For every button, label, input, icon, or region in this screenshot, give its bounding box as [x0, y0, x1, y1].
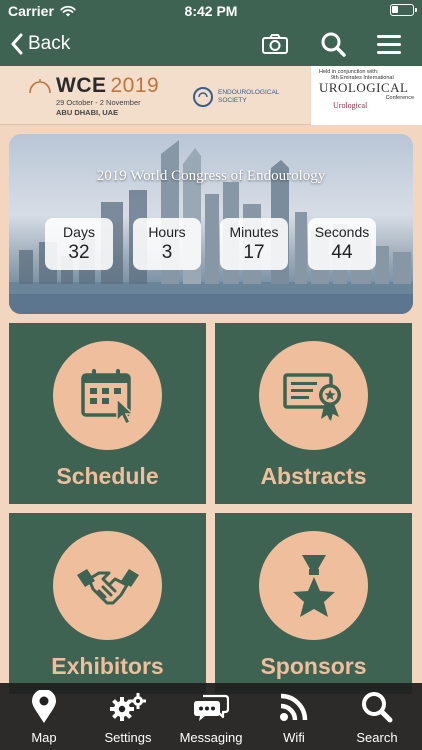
map-pin-icon	[32, 690, 56, 723]
dome-icon	[29, 79, 51, 94]
wce-word: WCE	[56, 74, 107, 97]
countdown-minutes-value: 17	[243, 242, 265, 263]
wifi-icon	[280, 693, 308, 721]
tab-settings-label: Settings	[104, 730, 152, 745]
society-emblem-icon	[193, 87, 213, 107]
countdown-hours-value: 3	[161, 242, 173, 263]
bottom-tab-bar: Map Settings Messaging Wifi Search	[0, 683, 422, 750]
handshake-icon	[76, 568, 139, 604]
tile-exhibitors-label: Exhibitors	[51, 653, 164, 679]
hero-title: 2019 World Congress of Endourology	[96, 168, 326, 184]
tab-map-label: Map	[31, 730, 57, 745]
chevron-left-icon	[11, 33, 23, 55]
tile-abstracts-label: Abstracts	[260, 463, 367, 489]
camera-button[interactable]	[260, 30, 290, 58]
tile-schedule[interactable]: Schedule	[9, 323, 206, 504]
conference-banner: WCE 2019 29 October - 2 November ABU DHA…	[0, 66, 422, 125]
countdown-hours-label: Hours	[148, 224, 186, 240]
search-icon	[321, 32, 346, 57]
certificate-icon	[282, 372, 341, 421]
tab-messaging[interactable]: Messaging	[169, 683, 253, 750]
tile-abstracts[interactable]: Abstracts	[215, 323, 412, 504]
urological-conference-logo: Held in conjunction with: 9th Emirates I…	[311, 66, 422, 125]
tab-messaging-label: Messaging	[179, 730, 243, 745]
hero-countdown-card: 2019 World Congress of Endourology Days …	[9, 134, 413, 314]
tile-exhibitors[interactable]: Exhibitors	[9, 513, 206, 694]
society-name-line1: ENDOUROLOGICAL	[218, 89, 280, 96]
uro-word: UROLOGICAL	[319, 80, 409, 95]
back-label: Back	[28, 33, 71, 54]
tab-map[interactable]: Map	[2, 683, 86, 750]
tile-sponsors-circle	[259, 531, 368, 640]
tile-schedule-circle	[53, 341, 162, 450]
conference-dates: 29 October - 2 November	[56, 98, 141, 107]
nav-bar: Back	[0, 22, 422, 66]
countdown-minutes-label: Minutes	[229, 224, 279, 240]
tile-schedule-label: Schedule	[56, 463, 159, 489]
countdown-days-value: 32	[68, 242, 90, 263]
uro-society: Urological	[333, 101, 368, 110]
back-button[interactable]: Back	[10, 30, 70, 58]
countdown-hours: Hours 3	[133, 218, 201, 270]
award-star-icon	[292, 554, 335, 617]
calendar-icon	[80, 368, 135, 425]
tile-sponsors[interactable]: Sponsors	[215, 513, 412, 694]
battery-icon	[390, 4, 417, 16]
tab-wifi[interactable]: Wifi	[252, 683, 336, 750]
tile-abstracts-circle	[259, 341, 368, 450]
conference-location: ABU DHABI, UAE	[56, 108, 119, 117]
search-button[interactable]	[318, 30, 348, 58]
countdown-seconds-label: Seconds	[314, 224, 370, 240]
countdown-seconds-value: 44	[331, 242, 353, 263]
menu-button[interactable]	[374, 30, 404, 58]
tile-exhibitors-circle	[53, 531, 162, 640]
gears-icon	[110, 693, 146, 721]
tab-search[interactable]: Search	[335, 683, 419, 750]
countdown-days-label: Days	[63, 224, 95, 240]
status-time: 8:42 PM	[184, 3, 238, 19]
wce-logo: WCE 2019 29 October - 2 November ABU DHA…	[28, 74, 159, 118]
status-bar: Carrier 8:42 PM	[0, 0, 422, 22]
countdown-minutes: Minutes 17	[220, 218, 288, 270]
search-icon	[362, 692, 393, 723]
tile-sponsors-label: Sponsors	[260, 653, 367, 679]
tab-settings[interactable]: Settings	[86, 683, 170, 750]
endourological-society-logo: ENDOUROLOGICAL SOCIETY	[192, 86, 290, 108]
camera-icon	[262, 34, 288, 54]
menu-icon	[377, 35, 401, 54]
countdown-seconds: Seconds 44	[308, 218, 376, 270]
chat-icon	[194, 694, 229, 721]
wce-year: 2019	[110, 74, 160, 97]
countdown-days: Days 32	[45, 218, 113, 270]
society-name-line2: SOCIETY	[218, 97, 247, 104]
tab-wifi-label: Wifi	[283, 730, 305, 745]
tab-search-label: Search	[356, 730, 398, 745]
